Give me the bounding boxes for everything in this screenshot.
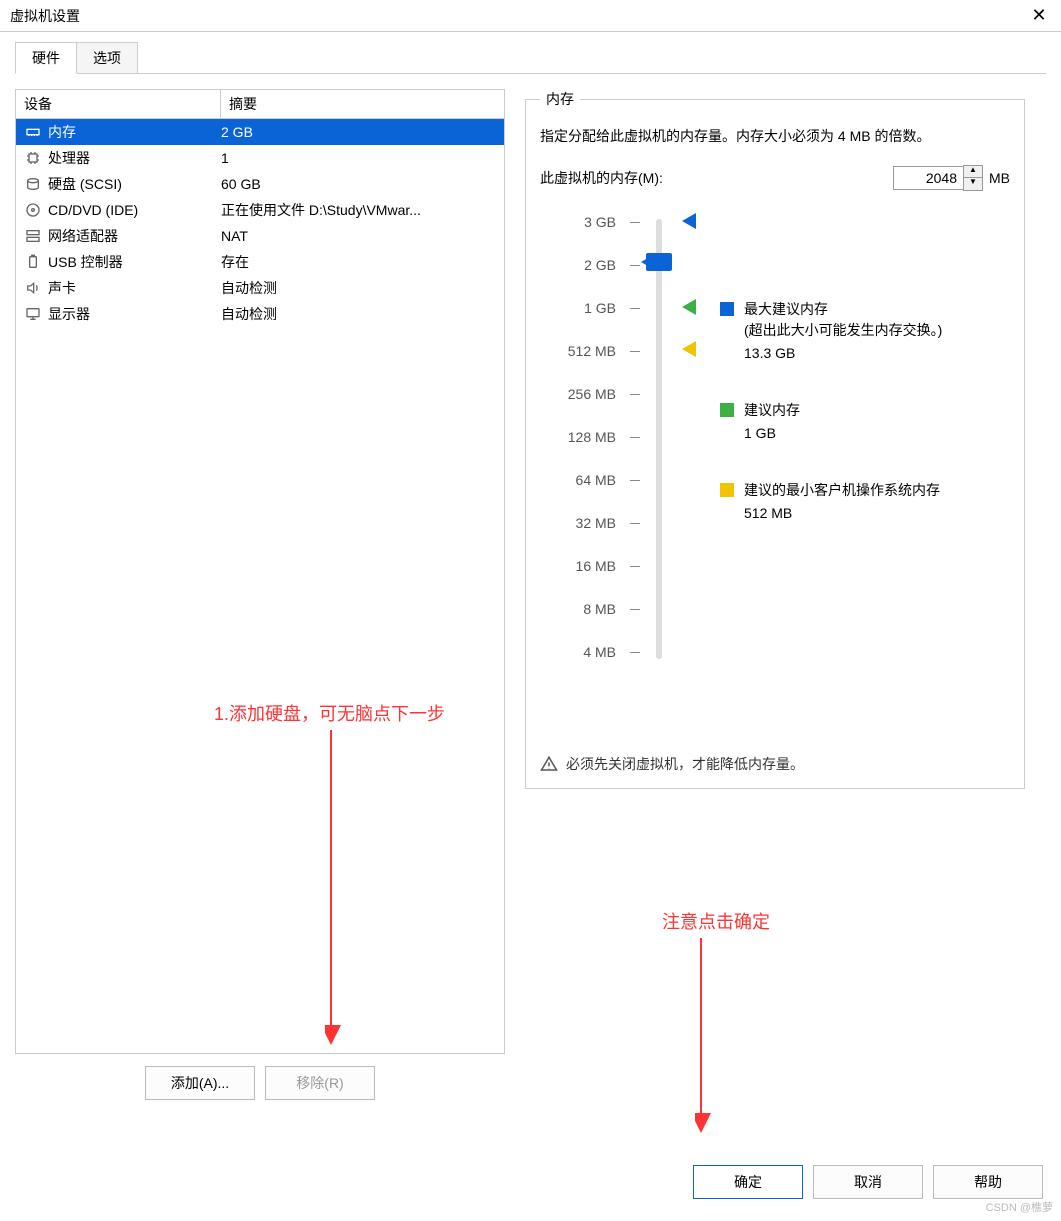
hw-row-cd[interactable]: CD/DVD (IDE) 正在使用文件 D:\Study\VMwar... [16,197,504,223]
warning-icon [540,755,558,773]
legend-min: 建议的最小客户机操作系统内存 [744,480,940,501]
legend-rec-val: 1 GB [744,423,800,444]
memory-slider[interactable]: 3 GB 2 GB 1 GB 512 MB 256 MB 128 MB 64 M… [550,219,1010,679]
legend-max-note: (超出此大小可能发生内存交换。) [744,320,942,341]
tick-label: 256 MB [550,386,616,402]
spinner-down-icon[interactable]: ▼ [964,178,982,190]
network-icon [22,228,44,244]
dialog-buttons: 确定 取消 帮助 [693,1165,1043,1199]
hw-summary: 自动检测 [221,278,498,298]
ok-button[interactable]: 确定 [693,1165,803,1199]
close-icon[interactable]: ✕ [1027,5,1051,26]
hw-row-network[interactable]: 网络适配器 NAT [16,223,504,249]
usb-icon [22,254,44,270]
tab-hardware[interactable]: 硬件 [15,42,77,74]
tick-label: 64 MB [550,472,616,488]
memory-legends: 最大建议内存 (超出此大小可能发生内存交换。) 13.3 GB 建议内存 1 G… [720,299,1010,532]
memory-warning: 必须先关闭虚拟机，才能降低内存量。 [566,754,804,774]
hw-name: 处理器 [48,148,90,168]
content-area: 硬件 选项 设备 摘要 内存 2 GB 处理器 1 硬盘 (SCSI) [0,32,1061,1100]
slider-track[interactable] [656,219,662,659]
memory-icon [22,124,44,140]
marker-max-icon [674,213,696,229]
hw-name: 声卡 [48,278,76,298]
tick-label: 128 MB [550,429,616,445]
right-panel: 内存 指定分配给此虚拟机的内存量。内存大小必须为 4 MB 的倍数。 此虚拟机的… [525,89,1025,1100]
tick-label: 32 MB [550,515,616,531]
memory-field-label: 此虚拟机的内存(M): [540,168,663,188]
hw-name: 显示器 [48,304,90,324]
remove-button[interactable]: 移除(R) [265,1066,375,1100]
memory-unit: MB [989,170,1010,186]
hw-summary: 存在 [221,252,498,272]
memory-legend: 内存 [540,89,580,109]
hw-summary: NAT [221,228,498,244]
legend-max-val: 13.3 GB [744,343,942,364]
hw-row-usb[interactable]: USB 控制器 存在 [16,249,504,275]
display-icon [22,306,44,322]
hw-row-cpu[interactable]: 处理器 1 [16,145,504,171]
hw-summary: 正在使用文件 D:\Study\VMwar... [221,200,498,220]
tick-label: 8 MB [550,601,616,617]
hw-row-disk[interactable]: 硬盘 (SCSI) 60 GB [16,171,504,197]
memory-input[interactable] [893,166,963,190]
hw-name: 内存 [48,122,76,142]
hw-summary: 自动检测 [221,304,498,324]
watermark: CSDN @樵萝 [986,1199,1053,1215]
memory-spinner[interactable]: ▲ ▼ [893,165,983,191]
hw-row-sound[interactable]: 声卡 自动检测 [16,275,504,301]
legend-box-max [720,302,734,316]
legend-min-val: 512 MB [744,503,940,524]
legend-rec: 建议内存 [744,400,800,421]
hw-row-memory[interactable]: 内存 2 GB [16,119,504,145]
memory-group: 内存 指定分配给此虚拟机的内存量。内存大小必须为 4 MB 的倍数。 此虚拟机的… [525,89,1025,789]
tick-label: 1 GB [550,300,616,316]
help-button[interactable]: 帮助 [933,1165,1043,1199]
left-panel: 设备 摘要 内存 2 GB 处理器 1 硬盘 (SCSI) 60 GB CD/D… [15,89,505,1100]
hw-name: 网络适配器 [48,226,118,246]
sound-icon [22,280,44,296]
hw-name: CD/DVD (IDE) [48,202,138,218]
memory-desc: 指定分配给此虚拟机的内存量。内存大小必须为 4 MB 的倍数。 [540,125,1010,147]
col-device: 设备 [16,90,221,118]
hardware-list: 设备 摘要 内存 2 GB 处理器 1 硬盘 (SCSI) 60 GB CD/D… [15,89,505,1054]
hw-summary: 60 GB [221,176,498,192]
tab-bar: 硬件 选项 [15,42,1046,74]
hw-name: USB 控制器 [48,252,123,272]
hw-summary: 1 [221,150,498,166]
hardware-list-header: 设备 摘要 [16,90,504,119]
tick-label: 16 MB [550,558,616,574]
tick-label: 2 GB [550,257,616,273]
legend-max: 最大建议内存 [744,299,942,320]
legend-box-min [720,483,734,497]
tick-label: 4 MB [550,644,616,660]
marker-rec-icon [674,299,696,315]
hw-name: 硬盘 (SCSI) [48,174,122,194]
legend-box-rec [720,403,734,417]
disk-icon [22,176,44,192]
hw-row-display[interactable]: 显示器 自动检测 [16,301,504,327]
cpu-icon [22,150,44,166]
tick-label: 512 MB [550,343,616,359]
slider-handle[interactable] [646,253,672,271]
add-button[interactable]: 添加(A)... [145,1066,255,1100]
cancel-button[interactable]: 取消 [813,1165,923,1199]
tick-label: 3 GB [550,214,616,230]
title-bar: 虚拟机设置 ✕ [0,0,1061,32]
window-title: 虚拟机设置 [10,6,80,26]
cd-icon [22,202,44,218]
col-summary: 摘要 [221,90,504,118]
hw-summary: 2 GB [221,124,498,140]
marker-min-icon [674,341,696,357]
tab-options[interactable]: 选项 [77,42,138,74]
